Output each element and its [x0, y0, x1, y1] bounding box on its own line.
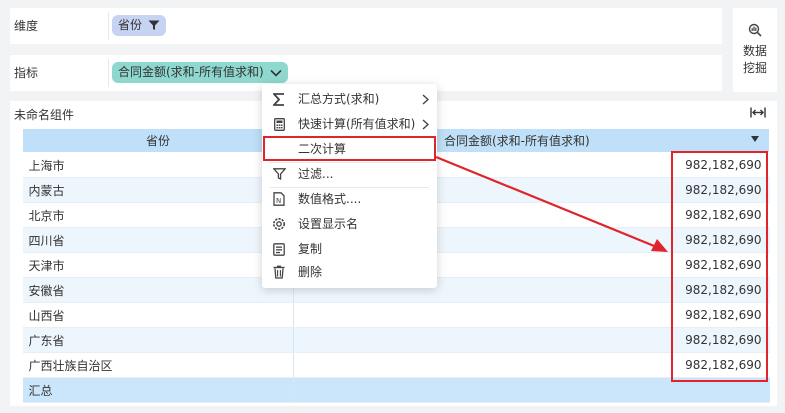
menu-item-aggregation[interactable]: 汇总方式(求和): [262, 87, 437, 112]
table-row: 山西省 982,182,690: [22, 302, 770, 328]
table-row: 广东省 982,182,690: [22, 327, 770, 353]
data-mining-label: 数据挖掘: [742, 44, 767, 75]
province-cell: 天津市: [22, 252, 294, 278]
chevron-down-icon[interactable]: [270, 69, 282, 77]
menu-item-copy[interactable]: 复制: [262, 237, 437, 262]
menu-item-label: 删除: [298, 265, 323, 279]
province-cell: 山西省: [22, 302, 294, 328]
menu-item-set-display-name[interactable]: 设置显示名: [262, 212, 437, 237]
chevron-right-icon: [422, 94, 430, 108]
menu-item-label: 数值格式....: [298, 192, 362, 206]
filter-icon: [272, 167, 286, 181]
gear-icon: [272, 217, 286, 231]
menu-item-label: 设置显示名: [298, 217, 359, 231]
context-menu: 汇总方式(求和) 快速计算(所有值求和) 二次计算 过滤... N 数值格式..…: [262, 84, 437, 288]
province-cell: 上海市: [22, 152, 294, 178]
indicator-pill-label: 合同金额(求和-所有值求和): [118, 65, 264, 79]
trash-icon: [272, 265, 286, 279]
dimension-pill-label: 省份: [118, 18, 143, 32]
dimension-row: 维度 省份: [10, 8, 722, 44]
data-mining-icon: [748, 23, 762, 40]
widget-title: 未命名组件: [14, 108, 75, 122]
province-cell: 四川省: [22, 227, 294, 253]
expand-width-icon[interactable]: [750, 107, 766, 121]
indicator-divider: [108, 59, 109, 87]
filter-icon[interactable]: [148, 20, 160, 31]
menu-item-quick-calc[interactable]: 快速计算(所有值求和): [262, 112, 437, 137]
menu-item-label: 快速计算(所有值求和): [298, 117, 416, 131]
province-cell: 安徽省: [22, 277, 294, 303]
menu-item-label: 汇总方式(求和): [298, 92, 380, 106]
svg-text:N: N: [276, 197, 281, 205]
dimension-label: 维度: [14, 19, 39, 33]
highlight-box-value-column: [671, 151, 768, 382]
dimension-divider: [108, 12, 109, 40]
indicator-pill-contract-amount[interactable]: 合同金额(求和-所有值求和): [112, 62, 288, 83]
menu-item-label: 过滤...: [298, 167, 334, 181]
indicator-label: 指标: [14, 66, 39, 80]
menu-item-number-format[interactable]: N 数值格式....: [262, 187, 437, 212]
calculator-icon: [272, 117, 286, 131]
province-cell: 北京市: [22, 202, 294, 228]
number-format-icon: N: [272, 192, 286, 206]
column-header-province[interactable]: 省份: [22, 128, 294, 153]
table-row: 广西壮族自治区 982,182,690: [22, 352, 770, 378]
menu-item-delete[interactable]: 删除: [262, 260, 437, 285]
copy-icon: [272, 242, 286, 256]
total-label-cell: 汇总: [22, 377, 294, 403]
column-header-contract-amount-label: 合同金额(求和-所有值求和): [444, 134, 590, 148]
highlight-box-menu-item: [263, 136, 436, 161]
chevron-right-icon: [422, 119, 430, 133]
province-cell: 内蒙古: [22, 177, 294, 203]
menu-item-filter[interactable]: 过滤...: [262, 162, 437, 187]
province-cell: 广西壮族自治区: [22, 352, 294, 378]
data-mining-button[interactable]: 数据挖掘: [733, 8, 777, 92]
total-row: 汇总: [22, 377, 770, 403]
field-panel: 维度 省份 指标 合同金额(求和-所有值求和): [10, 8, 722, 92]
sigma-icon: [272, 92, 286, 106]
sort-caret-icon[interactable]: [751, 136, 759, 142]
dimension-pill-province[interactable]: 省份: [112, 15, 167, 36]
menu-item-label: 复制: [298, 242, 323, 256]
province-cell: 广东省: [22, 327, 294, 353]
